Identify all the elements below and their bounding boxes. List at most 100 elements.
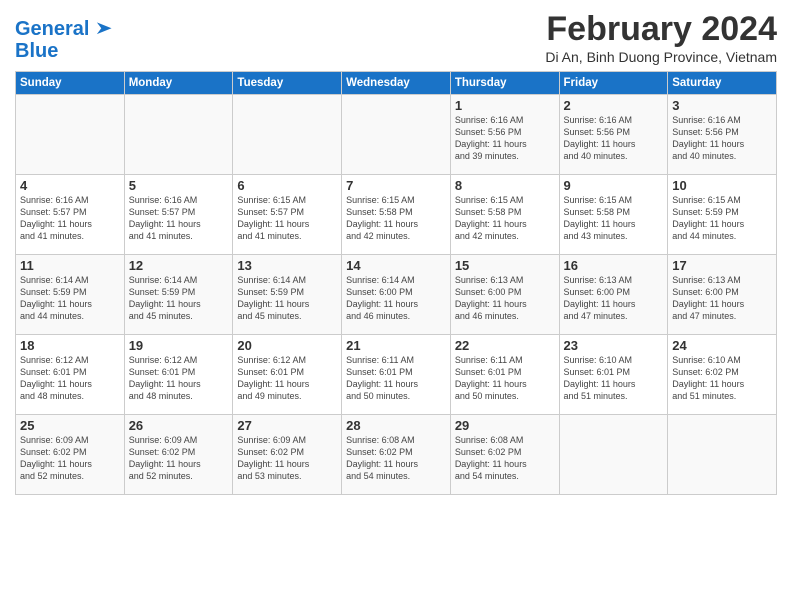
calendar-cell: 11Sunrise: 6:14 AM Sunset: 5:59 PM Dayli… [16,255,125,335]
day-number: 3 [672,98,772,113]
day-number: 15 [455,258,555,273]
logo-text: General [15,18,89,40]
calendar-cell [342,95,451,175]
day-detail: Sunrise: 6:14 AM Sunset: 5:59 PM Dayligh… [237,274,337,323]
calendar-cell: 20Sunrise: 6:12 AM Sunset: 6:01 PM Dayli… [233,335,342,415]
calendar-cell: 4Sunrise: 6:16 AM Sunset: 5:57 PM Daylig… [16,175,125,255]
day-detail: Sunrise: 6:11 AM Sunset: 6:01 PM Dayligh… [346,354,446,403]
weekday-header-sunday: Sunday [16,72,125,95]
day-number: 2 [564,98,664,113]
calendar-cell: 16Sunrise: 6:13 AM Sunset: 6:00 PM Dayli… [559,255,668,335]
day-detail: Sunrise: 6:08 AM Sunset: 6:02 PM Dayligh… [346,434,446,483]
day-number: 29 [455,418,555,433]
day-detail: Sunrise: 6:14 AM Sunset: 5:59 PM Dayligh… [20,274,120,323]
calendar-cell: 29Sunrise: 6:08 AM Sunset: 6:02 PM Dayli… [450,415,559,495]
month-title: February 2024 [545,10,777,49]
calendar-cell: 22Sunrise: 6:11 AM Sunset: 6:01 PM Dayli… [450,335,559,415]
day-detail: Sunrise: 6:12 AM Sunset: 6:01 PM Dayligh… [129,354,229,403]
day-number: 6 [237,178,337,193]
day-detail: Sunrise: 6:15 AM Sunset: 5:59 PM Dayligh… [672,194,772,243]
day-number: 7 [346,178,446,193]
calendar-cell: 2Sunrise: 6:16 AM Sunset: 5:56 PM Daylig… [559,95,668,175]
calendar-cell [233,95,342,175]
calendar-cell: 10Sunrise: 6:15 AM Sunset: 5:59 PM Dayli… [668,175,777,255]
day-number: 17 [672,258,772,273]
day-detail: Sunrise: 6:15 AM Sunset: 5:57 PM Dayligh… [237,194,337,243]
day-detail: Sunrise: 6:16 AM Sunset: 5:57 PM Dayligh… [129,194,229,243]
calendar-header-row: SundayMondayTuesdayWednesdayThursdayFrid… [16,72,777,95]
day-detail: Sunrise: 6:13 AM Sunset: 6:00 PM Dayligh… [564,274,664,323]
day-number: 11 [20,258,120,273]
day-number: 10 [672,178,772,193]
calendar-cell: 3Sunrise: 6:16 AM Sunset: 5:56 PM Daylig… [668,95,777,175]
day-number: 16 [564,258,664,273]
day-number: 20 [237,338,337,353]
day-detail: Sunrise: 6:14 AM Sunset: 6:00 PM Dayligh… [346,274,446,323]
calendar-cell [124,95,233,175]
day-detail: Sunrise: 6:16 AM Sunset: 5:56 PM Dayligh… [564,114,664,163]
calendar-table: SundayMondayTuesdayWednesdayThursdayFrid… [15,71,777,495]
day-detail: Sunrise: 6:15 AM Sunset: 5:58 PM Dayligh… [346,194,446,243]
day-number: 28 [346,418,446,433]
day-detail: Sunrise: 6:16 AM Sunset: 5:56 PM Dayligh… [672,114,772,163]
day-detail: Sunrise: 6:13 AM Sunset: 6:00 PM Dayligh… [455,274,555,323]
calendar-cell [16,95,125,175]
day-number: 27 [237,418,337,433]
day-detail: Sunrise: 6:15 AM Sunset: 5:58 PM Dayligh… [564,194,664,243]
day-detail: Sunrise: 6:15 AM Sunset: 5:58 PM Dayligh… [455,194,555,243]
calendar-cell: 1Sunrise: 6:16 AM Sunset: 5:56 PM Daylig… [450,95,559,175]
calendar-cell: 5Sunrise: 6:16 AM Sunset: 5:57 PM Daylig… [124,175,233,255]
day-number: 25 [20,418,120,433]
weekday-header-monday: Monday [124,72,233,95]
day-number: 24 [672,338,772,353]
calendar-week-5: 25Sunrise: 6:09 AM Sunset: 6:02 PM Dayli… [16,415,777,495]
day-detail: Sunrise: 6:09 AM Sunset: 6:02 PM Dayligh… [129,434,229,483]
logo-blue-text: Blue [15,40,113,62]
day-detail: Sunrise: 6:13 AM Sunset: 6:00 PM Dayligh… [672,274,772,323]
day-number: 5 [129,178,229,193]
day-number: 9 [564,178,664,193]
calendar-week-1: 1Sunrise: 6:16 AM Sunset: 5:56 PM Daylig… [16,95,777,175]
weekday-header-wednesday: Wednesday [342,72,451,95]
day-number: 14 [346,258,446,273]
day-number: 12 [129,258,229,273]
logo: General Blue [15,18,113,62]
day-detail: Sunrise: 6:10 AM Sunset: 6:02 PM Dayligh… [672,354,772,403]
day-detail: Sunrise: 6:09 AM Sunset: 6:02 PM Dayligh… [20,434,120,483]
calendar-cell: 24Sunrise: 6:10 AM Sunset: 6:02 PM Dayli… [668,335,777,415]
calendar-cell: 14Sunrise: 6:14 AM Sunset: 6:00 PM Dayli… [342,255,451,335]
weekday-header-thursday: Thursday [450,72,559,95]
weekday-header-saturday: Saturday [668,72,777,95]
weekday-header-tuesday: Tuesday [233,72,342,95]
calendar-cell: 19Sunrise: 6:12 AM Sunset: 6:01 PM Dayli… [124,335,233,415]
calendar-cell: 18Sunrise: 6:12 AM Sunset: 6:01 PM Dayli… [16,335,125,415]
calendar-cell: 23Sunrise: 6:10 AM Sunset: 6:01 PM Dayli… [559,335,668,415]
day-detail: Sunrise: 6:12 AM Sunset: 6:01 PM Dayligh… [237,354,337,403]
page-header: General Blue February 2024 Di An, Binh D… [15,10,777,65]
logo-icon [91,18,113,40]
calendar-week-4: 18Sunrise: 6:12 AM Sunset: 6:01 PM Dayli… [16,335,777,415]
calendar-cell: 21Sunrise: 6:11 AM Sunset: 6:01 PM Dayli… [342,335,451,415]
weekday-header-friday: Friday [559,72,668,95]
day-number: 18 [20,338,120,353]
calendar-cell: 17Sunrise: 6:13 AM Sunset: 6:00 PM Dayli… [668,255,777,335]
day-number: 26 [129,418,229,433]
calendar-cell: 8Sunrise: 6:15 AM Sunset: 5:58 PM Daylig… [450,175,559,255]
calendar-cell: 7Sunrise: 6:15 AM Sunset: 5:58 PM Daylig… [342,175,451,255]
day-number: 23 [564,338,664,353]
day-number: 19 [129,338,229,353]
calendar-week-3: 11Sunrise: 6:14 AM Sunset: 5:59 PM Dayli… [16,255,777,335]
day-detail: Sunrise: 6:12 AM Sunset: 6:01 PM Dayligh… [20,354,120,403]
calendar-cell: 26Sunrise: 6:09 AM Sunset: 6:02 PM Dayli… [124,415,233,495]
day-number: 8 [455,178,555,193]
day-detail: Sunrise: 6:11 AM Sunset: 6:01 PM Dayligh… [455,354,555,403]
day-number: 4 [20,178,120,193]
title-area: February 2024 Di An, Binh Duong Province… [545,10,777,65]
calendar-cell: 28Sunrise: 6:08 AM Sunset: 6:02 PM Dayli… [342,415,451,495]
calendar-cell: 25Sunrise: 6:09 AM Sunset: 6:02 PM Dayli… [16,415,125,495]
calendar-week-2: 4 Sunrise: 6:16 AM Sunset: 5:57 PM Daylig… [16,175,777,255]
day-number: 22 [455,338,555,353]
day-detail: Sunrise: 6:14 AM Sunset: 5:59 PM Dayligh… [129,274,229,323]
calendar-cell: 12Sunrise: 6:14 AM Sunset: 5:59 PM Dayli… [124,255,233,335]
day-detail: Sunrise: 6:10 AM Sunset: 6:01 PM Dayligh… [564,354,664,403]
